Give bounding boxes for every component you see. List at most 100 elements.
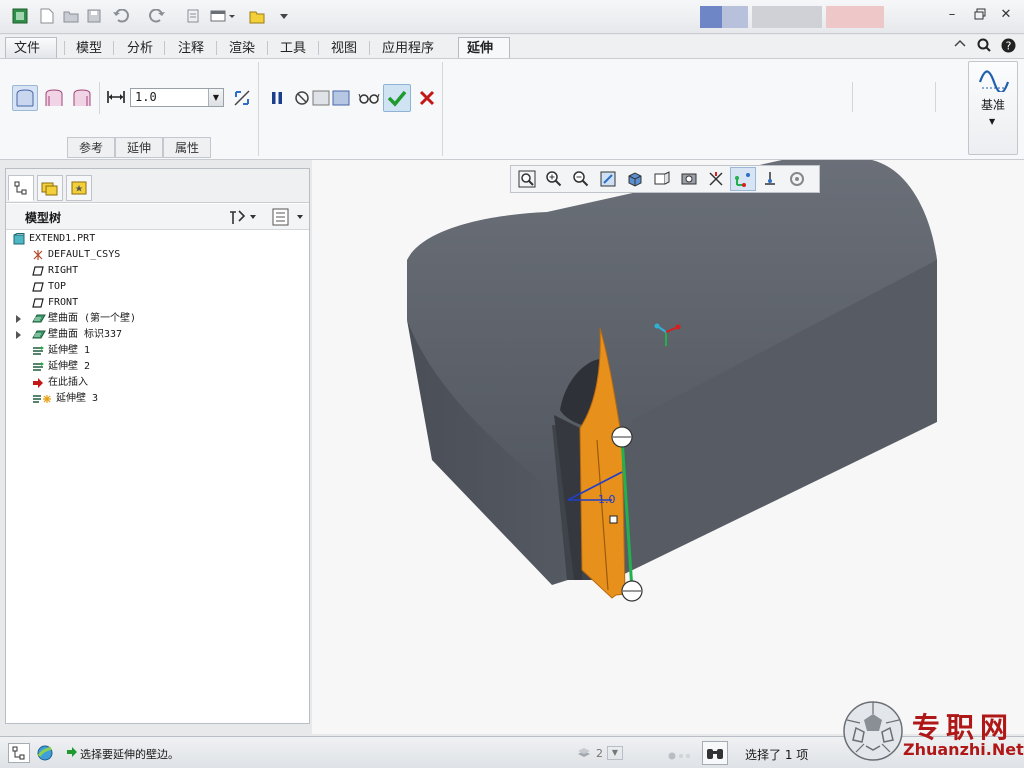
- cancel-button[interactable]: [414, 85, 440, 111]
- tab-analysis[interactable]: 分析: [118, 37, 162, 59]
- dimension-label[interactable]: 1.0: [598, 493, 616, 506]
- ribbon-separator: [442, 62, 443, 156]
- extend-wall-new-icon: [32, 393, 51, 405]
- tab-favorites[interactable]: [66, 175, 92, 201]
- tree-item[interactable]: FRONT: [6, 295, 306, 311]
- subtab-extend[interactable]: 延伸: [115, 137, 163, 158]
- browser-toggle-icon[interactable]: [34, 743, 56, 763]
- tab-extend[interactable]: 延伸: [458, 37, 510, 59]
- graphics-viewport[interactable]: 1.0: [312, 160, 1024, 734]
- tree-item-label: 延伸壁 1: [48, 345, 91, 356]
- tab-render[interactable]: 渲染: [220, 37, 264, 59]
- help-icon[interactable]: ?: [1000, 38, 1016, 53]
- midpoint-handle[interactable]: [609, 515, 618, 524]
- model-canvas[interactable]: 1.0: [312, 160, 1024, 734]
- zoom-out-icon[interactable]: [568, 167, 594, 191]
- expand-arrow-icon[interactable]: [16, 331, 21, 339]
- tab-label: 分析: [127, 41, 154, 56]
- annotation-display-icon[interactable]: [757, 167, 783, 191]
- tree-item-label: 壁曲面 (第一个壁): [48, 313, 137, 324]
- subtab-properties[interactable]: 属性: [163, 137, 211, 158]
- extend-to-plane-icon[interactable]: [41, 85, 67, 111]
- refit-icon[interactable]: [514, 167, 540, 191]
- save-icon[interactable]: [85, 6, 103, 26]
- tab-separator: [113, 41, 114, 55]
- subtab-label: 参考: [78, 141, 103, 155]
- new-file-icon[interactable]: [38, 6, 56, 26]
- display-style-icon[interactable]: [622, 167, 648, 191]
- extend-distance-value: 1.0: [135, 90, 157, 104]
- glasses-preview-icon[interactable]: [356, 85, 382, 111]
- subtab-references[interactable]: 参考: [67, 137, 115, 158]
- tree-item[interactable]: 在此插入: [6, 375, 306, 391]
- tree-settings-icon[interactable]: [228, 208, 258, 229]
- spin-center-icon[interactable]: [784, 167, 810, 191]
- sheetmetal-wall-icon: [32, 329, 46, 341]
- search-icon[interactable]: [976, 38, 992, 52]
- find-binoculars-icon[interactable]: [702, 741, 728, 765]
- datum-display-icon[interactable]: [703, 167, 729, 191]
- tree-item[interactable]: 延伸壁 1: [6, 343, 306, 359]
- tab-annotate[interactable]: 注释: [169, 37, 213, 59]
- datum-group-button[interactable]: 基准 ▼: [968, 61, 1018, 155]
- tab-tools[interactable]: 工具: [271, 37, 315, 59]
- undo-icon[interactable]: [110, 6, 132, 26]
- datum-plane-icon: [32, 281, 44, 293]
- tree-item[interactable]: 壁曲面 (第一个壁): [6, 311, 306, 327]
- view-manager-icon[interactable]: [676, 167, 702, 191]
- ribbon-separator: [99, 82, 100, 114]
- preview-options-group[interactable]: [291, 85, 353, 111]
- model-tree-list: EXTEND1.PRT DEFAULT_CSYS RIGHT TOP FRONT 壁曲面 …: [6, 231, 309, 721]
- extend-to-surface-icon[interactable]: [69, 85, 95, 111]
- zoom-in-icon[interactable]: [541, 167, 567, 191]
- open-folder-icon[interactable]: [62, 6, 80, 26]
- tree-item[interactable]: RIGHT: [6, 263, 306, 279]
- tree-item[interactable]: EXTEND1.PRT: [6, 231, 306, 247]
- regenerate-icon[interactable]: [184, 6, 202, 26]
- datum-curve-icon: [978, 68, 1010, 95]
- windows-icon[interactable]: [208, 6, 238, 26]
- extend-distance-dropdown[interactable]: ▼: [208, 89, 223, 106]
- model-tree-header: 模型树: [6, 204, 309, 230]
- blurred-title-block: [722, 6, 748, 28]
- tab-model-tree[interactable]: [8, 175, 34, 201]
- navigator-tabs: [6, 169, 309, 203]
- tree-item[interactable]: 壁曲面 标识337: [6, 327, 306, 343]
- datum-plane-icon: [32, 297, 44, 309]
- extend-along-edge-icon[interactable]: [12, 85, 38, 111]
- redo-icon[interactable]: [146, 6, 168, 26]
- tab-separator: [216, 41, 217, 55]
- tree-item[interactable]: TOP: [6, 279, 306, 295]
- pause-icon[interactable]: [264, 85, 290, 111]
- tab-separator: [64, 41, 65, 55]
- tab-separator: [318, 41, 319, 55]
- collapse-ribbon-icon[interactable]: [952, 38, 968, 52]
- blurred-title-block: [826, 6, 884, 28]
- expand-arrow-icon[interactable]: [16, 315, 21, 323]
- tree-item[interactable]: 延伸壁 2: [6, 359, 306, 375]
- extend-wall-icon: [32, 345, 44, 357]
- tab-separator: [267, 41, 268, 55]
- tree-item[interactable]: DEFAULT_CSYS: [6, 247, 306, 263]
- tree-item[interactable]: 延伸壁 3: [6, 391, 306, 407]
- tab-model[interactable]: 模型: [67, 37, 111, 59]
- saved-orientations-icon[interactable]: [649, 167, 675, 191]
- csys-display-icon[interactable]: [730, 167, 756, 191]
- restore-icon[interactable]: [972, 8, 988, 22]
- navigator-toggle-icon[interactable]: [8, 743, 30, 763]
- tab-file[interactable]: 文件 ▾: [5, 37, 57, 78]
- close-window-icon[interactable]: [248, 6, 266, 26]
- flip-direction-icon[interactable]: [229, 85, 255, 111]
- model-tree-title: 模型树: [25, 211, 62, 225]
- minimize-icon[interactable]: –: [944, 8, 960, 22]
- tab-applications[interactable]: 应用程序: [373, 37, 443, 59]
- ok-button[interactable]: [383, 84, 411, 112]
- filter-dropdown[interactable]: 2 ▼: [576, 743, 632, 763]
- tab-folder-browser[interactable]: [37, 175, 63, 201]
- close-icon[interactable]: ✕: [998, 8, 1014, 22]
- tab-view[interactable]: 视图: [322, 37, 366, 59]
- tree-show-icon[interactable]: [272, 208, 306, 229]
- customize-toolbar-icon[interactable]: [277, 6, 291, 26]
- repaint-icon[interactable]: [595, 167, 621, 191]
- app-icon[interactable]: [10, 6, 30, 26]
